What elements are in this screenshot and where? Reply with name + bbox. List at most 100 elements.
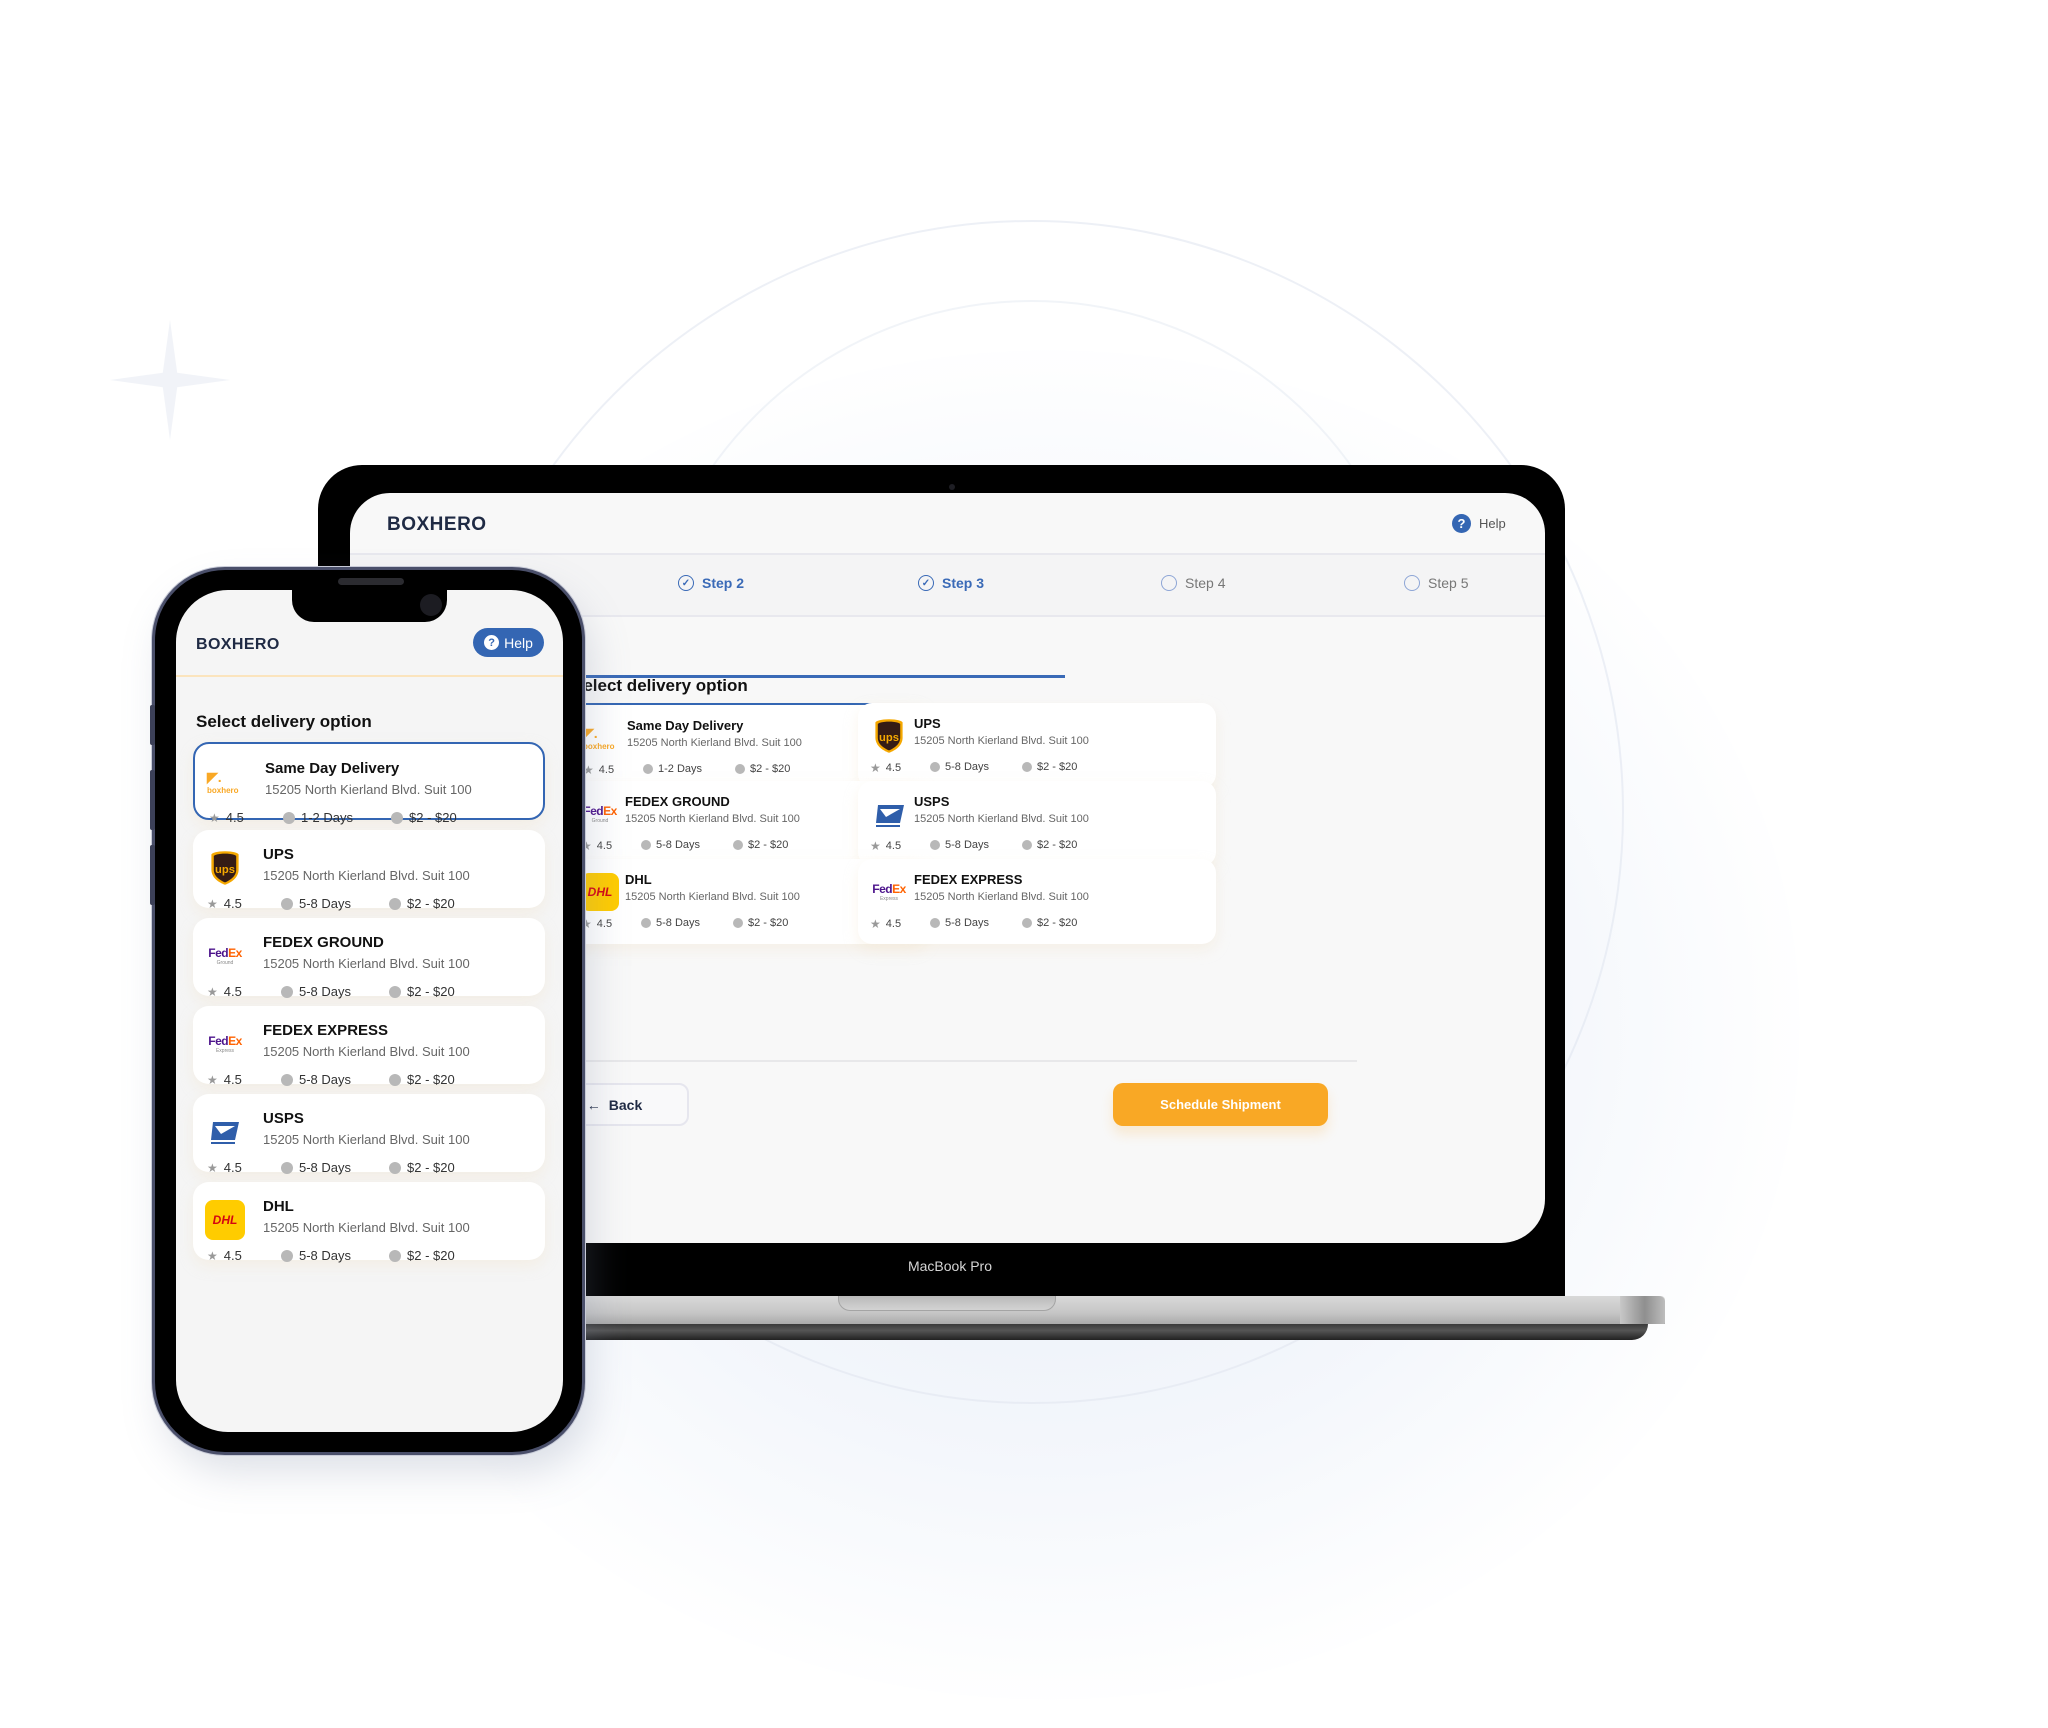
rating-value: 4.5 (885, 918, 902, 930)
delivery-time: 5-8 Days (281, 896, 351, 911)
usps-logo-icon (870, 795, 908, 833)
delivery-days: 5-8 Days (656, 839, 701, 851)
delivery-option-card[interactable]: ◤. boxhero Same Day Delivery 15205 North Ki… (193, 742, 545, 825)
price-range: $2 - $20 (389, 1160, 455, 1175)
delivery-days: 1-2 Days (301, 810, 354, 825)
boxhero-logo-icon: ◤. boxhero (207, 769, 239, 795)
step-5[interactable]: Step 5 (1404, 575, 1468, 591)
step-2[interactable]: ✓ Step 2 (678, 575, 744, 591)
dollar-icon (733, 840, 743, 850)
price-value: $2 - $20 (750, 763, 791, 775)
rating-value: 4.5 (223, 984, 242, 999)
delivery-option-card[interactable]: ups UPS 15205 North Kierland Blvd. Suit 10… (858, 703, 1216, 788)
carrier-name: FEDEX EXPRESS (263, 1022, 389, 1039)
help-label: Help (504, 634, 533, 651)
star-icon: ★ (207, 1160, 218, 1175)
clock-icon (281, 897, 293, 910)
sparkle-decoration (110, 320, 230, 440)
step-label: Step 5 (1428, 575, 1469, 591)
delivery-time: 5-8 Days (930, 917, 989, 929)
step-3[interactable]: ✓ Step 3 (918, 575, 984, 591)
price-range: $2 - $20 (389, 1072, 455, 1087)
clock-icon (930, 762, 940, 772)
dollar-icon (391, 811, 403, 824)
usps-logo-icon (205, 1112, 245, 1152)
delivery-days: 5-8 Days (945, 839, 990, 851)
delivery-option-card[interactable]: ups UPS 15205 North Kierland Blvd. Suit 10… (193, 830, 545, 911)
price-range: $2 - $20 (733, 917, 788, 929)
help-icon: ? (1452, 514, 1471, 533)
price-value: $2 - $20 (1037, 917, 1078, 929)
section-title: Select delivery option (572, 676, 748, 695)
step-4[interactable]: Step 4 (1161, 575, 1225, 591)
fedex-logo-icon: FedEx Express (208, 1034, 242, 1054)
delivery-option-card[interactable]: USPS 15205 North Kierland Blvd. Suit 100 ★… (193, 1094, 545, 1175)
carrier-address: 15205 North Kierland Blvd. Suit 100 (625, 891, 800, 903)
price-range: $2 - $20 (389, 1248, 455, 1263)
phone-notch (292, 590, 447, 622)
delivery-days: 1-2 Days (658, 763, 703, 775)
star-icon: ★ (583, 763, 594, 777)
phone-speaker (338, 578, 404, 585)
dollar-icon (389, 1249, 401, 1262)
price-value: $2 - $20 (407, 896, 455, 911)
dollar-icon (389, 985, 401, 998)
star-icon: ★ (581, 917, 592, 931)
ups-logo-icon: ups (870, 717, 908, 755)
price-range: $2 - $20 (389, 984, 455, 999)
delivery-time: 5-8 Days (281, 1160, 351, 1175)
svg-text:ups: ups (215, 864, 235, 876)
check-circle-icon: ✓ (678, 575, 694, 591)
svg-text:ups: ups (879, 732, 899, 744)
clock-icon (930, 918, 940, 928)
delivery-option-card[interactable]: USPS 15205 North Kierland Blvd. Suit 100 ★… (858, 781, 1216, 866)
rating-value: 4.5 (885, 762, 902, 774)
dollar-icon (389, 897, 401, 910)
clock-icon (641, 918, 651, 928)
carrier-address: 15205 North Kierland Blvd. Suit 100 (263, 868, 470, 883)
schedule-shipment-button[interactable]: Schedule Shipment (1113, 1083, 1328, 1126)
rating: ★ 4.5 (207, 1160, 242, 1175)
rating-value: 4.5 (223, 1248, 242, 1263)
delivery-option-card[interactable]: DHL DHL 15205 North Kierland Blvd. Suit 10… (193, 1182, 545, 1263)
price-value: $2 - $20 (1037, 839, 1078, 851)
dollar-icon (735, 764, 745, 774)
carrier-address: 15205 North Kierland Blvd. Suit 100 (263, 956, 470, 971)
price-range: $2 - $20 (733, 839, 788, 851)
delivery-option-card[interactable]: FedEx Express FEDEX EXPRESS 15205 North Kie… (858, 859, 1216, 944)
delivery-option-card[interactable]: FedEx Express FEDEX EXPRESS 15205 North Kie… (193, 1006, 545, 1087)
carrier-address: 15205 North Kierland Blvd. Suit 100 (914, 813, 1089, 825)
dollar-icon (1022, 918, 1032, 928)
rating: ★ 4.5 (583, 763, 614, 777)
delivery-days: 5-8 Days (299, 984, 352, 999)
fedex-logo-icon: FedEx Ground (583, 804, 617, 824)
price-value: $2 - $20 (1037, 761, 1078, 773)
carrier-address: 15205 North Kierland Blvd. Suit 100 (627, 737, 802, 749)
rating-value: 4.5 (596, 918, 613, 930)
help-button[interactable]: ? Help (473, 628, 544, 657)
clock-icon (281, 1073, 293, 1086)
rating: ★ 4.5 (207, 896, 242, 911)
star-icon: ★ (870, 917, 881, 931)
device-label: MacBook Pro (907, 1258, 993, 1274)
star-icon: ★ (207, 896, 218, 911)
price-value: $2 - $20 (407, 1072, 455, 1087)
rating-value: 4.5 (223, 1160, 242, 1175)
clock-icon (281, 1161, 293, 1174)
carrier-address: 15205 North Kierland Blvd. Suit 100 (914, 891, 1089, 903)
price-value: $2 - $20 (748, 917, 789, 929)
rating: ★ 4.5 (207, 1248, 242, 1263)
carrier-address: 15205 North Kierland Blvd. Suit 100 (265, 782, 472, 797)
dhl-logo-icon: DHL (205, 1200, 245, 1240)
fedex-logo-icon: FedEx Express (872, 882, 906, 902)
delivery-time: 5-8 Days (281, 984, 351, 999)
price-range: $2 - $20 (389, 896, 455, 911)
delivery-days: 5-8 Days (945, 761, 990, 773)
carrier-name: FEDEX EXPRESS (914, 872, 1023, 887)
delivery-option-card[interactable]: FedEx Ground FEDEX GROUND 15205 North Kierl… (193, 918, 545, 999)
clock-icon (283, 811, 295, 824)
laptop-opening-notch (838, 1296, 1056, 1311)
carrier-name: UPS (263, 846, 294, 863)
help-link[interactable]: ? Help (1452, 514, 1506, 533)
star-icon: ★ (207, 1248, 218, 1263)
